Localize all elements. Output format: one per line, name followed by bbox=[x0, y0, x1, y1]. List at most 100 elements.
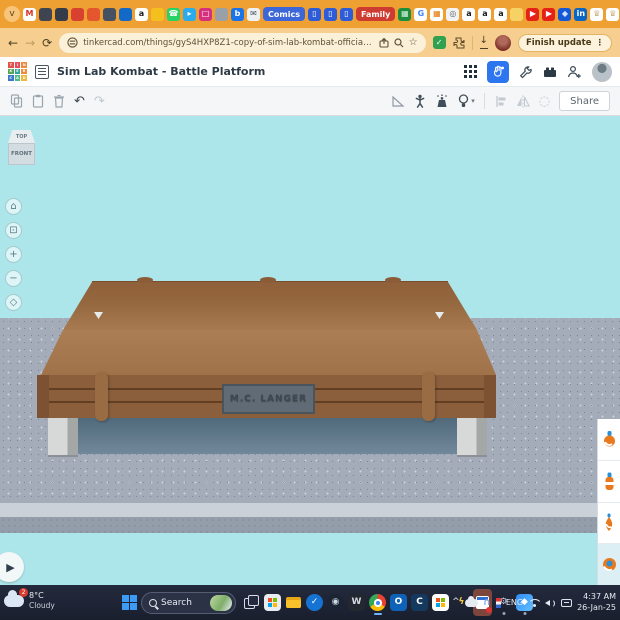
perspective-toggle-button[interactable]: ◇ bbox=[5, 294, 22, 311]
browser-tab[interactable] bbox=[87, 8, 100, 21]
taskbar-app[interactable] bbox=[431, 589, 450, 616]
browser-tab[interactable]: □ bbox=[199, 8, 212, 21]
zoom-page-icon[interactable] bbox=[394, 38, 404, 48]
align-icon[interactable] bbox=[494, 95, 507, 108]
sim-object-3[interactable] bbox=[598, 503, 620, 545]
browser-tab[interactable] bbox=[71, 8, 84, 21]
browser-tab[interactable]: ◆ bbox=[558, 8, 571, 21]
name-plaque[interactable]: M.C. LANGER bbox=[222, 384, 315, 414]
downloads-icon[interactable]: ↓ bbox=[480, 36, 488, 49]
tools-wrench-icon[interactable] bbox=[519, 65, 533, 79]
browser-tab[interactable] bbox=[39, 8, 52, 21]
lasso-select-icon[interactable]: ◌ bbox=[539, 95, 550, 108]
browser-profile-avatar[interactable] bbox=[495, 35, 511, 51]
sim-object-2[interactable] bbox=[598, 461, 620, 503]
character-figure-icon[interactable] bbox=[414, 94, 426, 108]
mirror-flip-icon[interactable] bbox=[516, 95, 530, 108]
browser-tab[interactable]: in bbox=[574, 8, 587, 21]
viewport-3d[interactable]: M.C. LANGER TOP FRONT ⌂⊡+−◇ ▶ bbox=[0, 116, 620, 585]
platform-leg-right[interactable] bbox=[457, 416, 487, 457]
taskbar-app[interactable] bbox=[242, 589, 261, 616]
browser-tab[interactable]: ▯ bbox=[324, 8, 337, 21]
account-avatar[interactable] bbox=[592, 62, 612, 82]
sim-object-1[interactable] bbox=[598, 419, 620, 461]
share-page-icon[interactable] bbox=[379, 38, 389, 48]
weather-widget[interactable]: 2 8°C Cloudy bbox=[4, 591, 55, 610]
browser-tab[interactable]: ♕ bbox=[590, 8, 603, 21]
reload-button[interactable]: ⟳ bbox=[42, 36, 52, 50]
search-box[interactable]: Search bbox=[141, 592, 236, 614]
browser-tab[interactable] bbox=[103, 8, 116, 21]
browser-tab[interactable]: ▶ bbox=[542, 8, 555, 21]
taskbar-app[interactable] bbox=[284, 589, 303, 616]
copy-icon[interactable] bbox=[10, 94, 23, 108]
browser-tab[interactable]: ◎ bbox=[446, 8, 459, 21]
url-field[interactable]: tinkercad.com/things/gyS4HXP8Z1-copy-of-… bbox=[59, 33, 425, 53]
bookmark-star-icon[interactable]: ☆ bbox=[409, 37, 418, 48]
browser-tab[interactable]: ▸ bbox=[183, 8, 196, 21]
browser-tab[interactable] bbox=[55, 8, 68, 21]
extension-check-icon[interactable]: ✓ bbox=[433, 36, 446, 49]
sim-lab-button[interactable] bbox=[487, 61, 509, 83]
browser-tab[interactable] bbox=[119, 8, 132, 21]
browser-menu-icon[interactable]: ⋮ bbox=[596, 38, 605, 48]
invite-person-icon[interactable] bbox=[567, 65, 582, 79]
browser-tab[interactable]: ♕ bbox=[606, 8, 619, 21]
spray-paint-icon[interactable] bbox=[435, 94, 449, 108]
light-button[interactable]: ▾ bbox=[458, 94, 475, 108]
tab-group-comics[interactable]: Comics bbox=[263, 7, 305, 21]
browser-tab[interactable]: ▯ bbox=[340, 8, 353, 21]
browser-tab[interactable] bbox=[510, 8, 523, 21]
zoom-out-button[interactable]: − bbox=[5, 270, 22, 287]
hidden-icons-chevron[interactable]: ^ bbox=[452, 598, 460, 607]
simulation-play-button[interactable]: ▶ bbox=[0, 552, 24, 582]
tray-app-icon[interactable] bbox=[496, 598, 501, 608]
browser-tab[interactable]: ✉ bbox=[247, 8, 260, 21]
browser-tab[interactable]: M bbox=[23, 8, 36, 21]
browser-tab[interactable] bbox=[151, 8, 164, 21]
wifi-icon[interactable] bbox=[528, 598, 540, 607]
undo-button[interactable]: ↶ bbox=[74, 95, 85, 108]
dashboard-grid-icon[interactable] bbox=[464, 65, 477, 78]
touch-keyboard-icon[interactable] bbox=[561, 599, 572, 607]
home-view-button[interactable]: ⌂ bbox=[5, 198, 22, 215]
view-cube-front-face[interactable]: FRONT bbox=[8, 143, 35, 165]
finish-update-button[interactable]: Finish update ⋮ bbox=[518, 34, 612, 52]
view-cube[interactable]: TOP FRONT bbox=[8, 130, 35, 166]
language-indicator[interactable]: ENG bbox=[506, 599, 523, 607]
paste-icon[interactable] bbox=[32, 94, 44, 108]
tab-group-family[interactable]: Family bbox=[356, 7, 395, 21]
browser-tab[interactable]: b bbox=[231, 8, 244, 21]
forward-button[interactable]: → bbox=[25, 36, 35, 50]
onedrive-cloud-icon[interactable] bbox=[465, 599, 478, 607]
view-cube-top-face[interactable]: TOP bbox=[8, 130, 35, 143]
browser-tab[interactable] bbox=[215, 8, 228, 21]
taskbar-app[interactable] bbox=[368, 589, 387, 616]
taskbar-app[interactable]: ✓ bbox=[305, 589, 324, 616]
platform-back-wall[interactable] bbox=[63, 282, 477, 330]
browser-tab[interactable]: ▶ bbox=[526, 8, 539, 21]
start-button[interactable] bbox=[122, 595, 137, 610]
delete-trash-icon[interactable] bbox=[53, 94, 65, 108]
volume-icon[interactable] bbox=[545, 598, 556, 608]
clock[interactable]: 4:37 AM 26-Jan-25 bbox=[577, 592, 616, 613]
platform-deck[interactable] bbox=[41, 330, 496, 375]
tab-search-button[interactable]: v bbox=[4, 6, 20, 22]
design-title[interactable]: Sim Lab Kombat - Battle Platform bbox=[57, 65, 265, 78]
browser-tab[interactable]: ▯ bbox=[308, 8, 321, 21]
taskbar-app[interactable]: ◉ bbox=[326, 589, 345, 616]
redo-button[interactable]: ↷ bbox=[94, 95, 105, 108]
taskbar-app[interactable]: C bbox=[410, 589, 429, 616]
fit-view-button[interactable]: ⊡ bbox=[5, 222, 22, 239]
site-info-icon[interactable] bbox=[67, 37, 78, 48]
taskbar-app[interactable]: O bbox=[389, 589, 408, 616]
browser-tab[interactable]: ☎ bbox=[167, 8, 180, 21]
taskbar-app[interactable]: W bbox=[347, 589, 366, 616]
browser-tab[interactable]: a bbox=[135, 8, 148, 21]
extensions-puzzle-icon[interactable] bbox=[453, 37, 465, 49]
browser-tab[interactable]: a bbox=[478, 8, 491, 21]
sim-object-4[interactable] bbox=[598, 544, 620, 585]
browser-tab[interactable]: a bbox=[462, 8, 475, 21]
platform-leg-left[interactable] bbox=[48, 416, 78, 457]
browser-tab[interactable]: G bbox=[414, 8, 427, 21]
